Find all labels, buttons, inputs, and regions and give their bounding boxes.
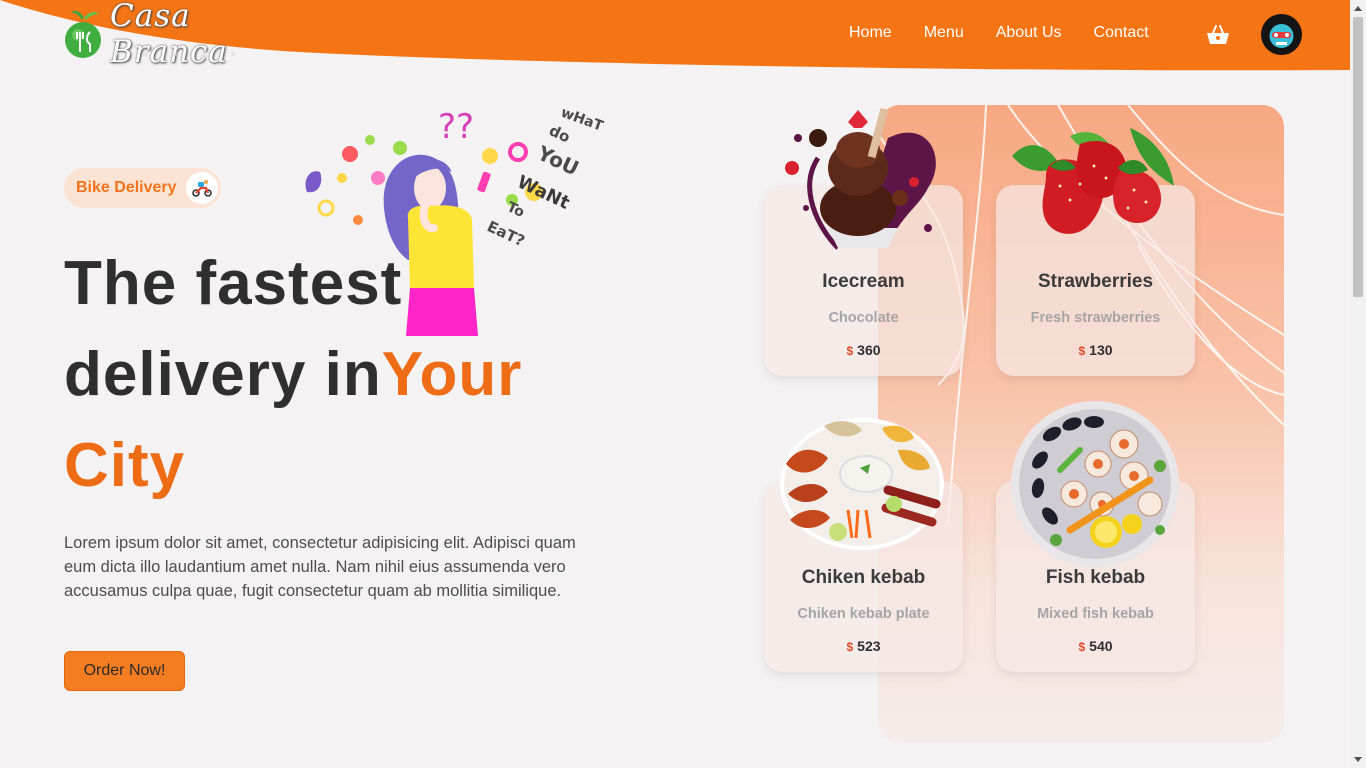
page-scrollbar[interactable] [1350, 0, 1366, 768]
question-marks: ?? [438, 107, 474, 147]
card-title: Chiken kebab [801, 567, 926, 588]
card-price: $540 [996, 638, 1195, 654]
headline-accent-city: City [64, 431, 186, 500]
card-subtitle: Mixed fish kebab [1037, 606, 1154, 622]
headline-delivery-in: delivery in [64, 340, 382, 409]
currency-symbol: $ [846, 344, 854, 358]
avatar[interactable] [1261, 14, 1302, 55]
nav-contact[interactable]: Contact [1094, 24, 1149, 42]
hero-description: Lorem ipsum dolor sit amet, consectetur … [64, 534, 576, 600]
price-value: 130 [1089, 342, 1113, 358]
hero-headline: The fastest delivery inYour City [64, 238, 522, 511]
currency-symbol: $ [1078, 344, 1086, 358]
currency-symbol: $ [1078, 640, 1086, 654]
scroll-down-arrow-icon[interactable] [1354, 757, 1362, 762]
headline-line-2: delivery inYour [64, 329, 522, 420]
what-do-you-want-to-eat-text: wHaT do YoU WaNt To EaT? [484, 105, 605, 251]
headline-accent-your: Your [381, 340, 523, 409]
logo-decoration: ✕ ✕ ✕ ✕ ✕ [114, 50, 247, 59]
card-title: Icecream [822, 271, 905, 292]
icecream-image [785, 107, 936, 250]
price-value: 523 [857, 638, 881, 654]
main-nav: Home Menu About Us Contact [849, 24, 1181, 42]
scroll-thumb[interactable] [1353, 17, 1363, 297]
chiken-kebab-image [780, 418, 944, 550]
nav-about-us[interactable]: About Us [996, 24, 1062, 42]
logo[interactable]: Casa Branca ✕ ✕ ✕ ✕ ✕ [62, 0, 312, 70]
price-value: 540 [1089, 638, 1113, 654]
card-price: $130 [996, 342, 1195, 358]
card-title: Strawberries [1037, 271, 1154, 292]
card-subtitle: Chocolate [828, 310, 899, 326]
bike-delivery-badge: Bike Delivery [64, 168, 221, 208]
nav-menu[interactable]: Menu [924, 24, 964, 42]
badge-label: Bike Delivery [76, 179, 177, 196]
svg-text:YoU: YoU [533, 140, 583, 180]
card-subtitle: Fresh strawberries [1030, 310, 1161, 326]
card-title: Fish kebab [1045, 567, 1146, 588]
headline-line-1: The fastest [64, 249, 403, 318]
card-subtitle: Chiken kebab plate [797, 606, 930, 622]
card-price: $360 [764, 342, 963, 358]
nav-home[interactable]: Home [849, 24, 892, 42]
price-value: 360 [857, 342, 881, 358]
order-now-button[interactable]: Order Now! [64, 651, 185, 691]
currency-symbol: $ [846, 640, 854, 654]
strawberries-image [1012, 128, 1174, 234]
apple-logo-icon [62, 8, 106, 60]
cart-icon[interactable] [1206, 24, 1230, 46]
card-price: $523 [764, 638, 963, 654]
fish-kebab-image [1011, 401, 1179, 567]
scroll-up-arrow-icon[interactable] [1354, 6, 1362, 11]
scooter-icon [186, 172, 218, 204]
brand-name: Casa Branca [110, 0, 228, 70]
